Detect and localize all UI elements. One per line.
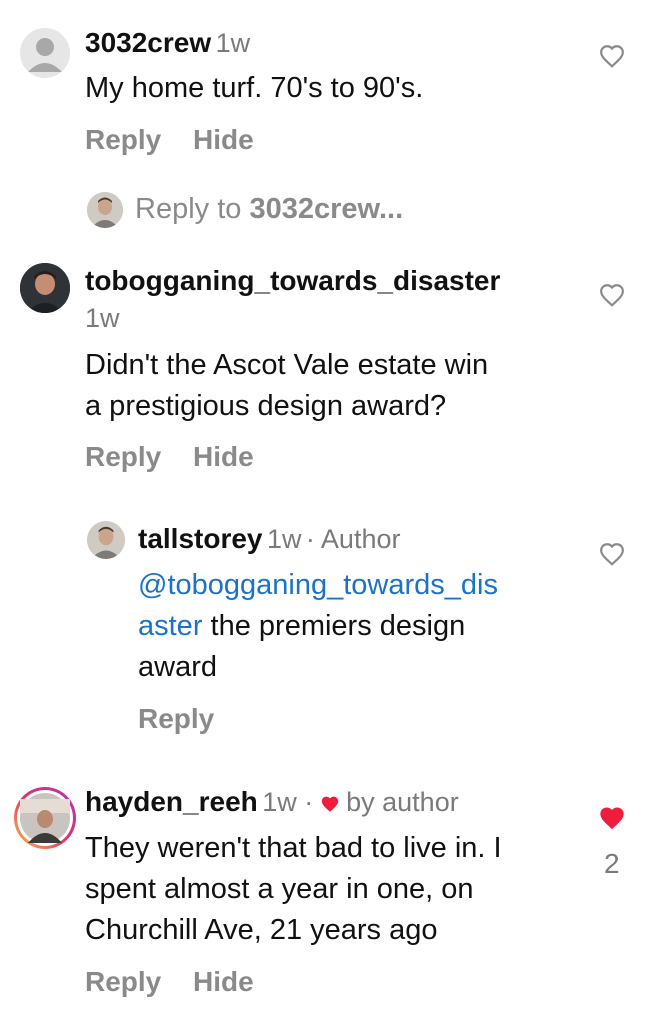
- reply-tallstorey: tallstorey 1w · Author @tobogganing_towa…: [0, 515, 656, 745]
- comment-text-line3: Churchill Ave, 21 years ago: [85, 914, 438, 946]
- timestamp: 1w: [266, 524, 302, 554]
- author-badge: · Author: [305, 524, 401, 554]
- username[interactable]: tallstorey: [138, 523, 263, 554]
- comment-actions: Reply: [138, 703, 238, 735]
- hide-button[interactable]: Hide: [193, 966, 254, 997]
- comment-text-line3: award: [138, 651, 217, 683]
- mention-link-cont[interactable]: aster: [138, 610, 202, 642]
- comment-text-line2: a prestigious design award?: [85, 390, 447, 422]
- reply-button[interactable]: Reply: [138, 703, 214, 734]
- my-avatar-icon: [87, 192, 123, 228]
- hide-button[interactable]: Hide: [193, 441, 254, 472]
- reply-button[interactable]: Reply: [85, 966, 161, 997]
- avatar[interactable]: [20, 263, 70, 313]
- comment-3032crew: 3032crew 1w My home turf. 70's to 90's. …: [0, 0, 656, 170]
- reply-to-target[interactable]: 3032crew...: [249, 193, 403, 225]
- avatar-story-ring[interactable]: [14, 787, 76, 849]
- mention-link[interactable]: @tobogganing_towards_dis: [138, 565, 498, 606]
- heart-filled-icon[interactable]: [598, 805, 626, 836]
- timestamp: 1w: [215, 28, 251, 58]
- comment-text-line1: Didn't the Ascot Vale estate win: [85, 349, 489, 381]
- comment-text-line2: aster the premiers design: [138, 606, 465, 647]
- timestamp: 1w: [85, 303, 120, 333]
- reply-button[interactable]: Reply: [85, 441, 161, 472]
- reply-button[interactable]: Reply: [85, 124, 161, 155]
- comment-text-line2: spent almost a year in one, on: [85, 873, 474, 905]
- reply-to-row[interactable]: Reply to 3032crew...: [0, 188, 656, 238]
- username[interactable]: hayden_reeh: [85, 786, 258, 817]
- heart-outline-icon[interactable]: [599, 283, 625, 312]
- comment-actions: Reply Hide: [85, 441, 278, 473]
- like-count[interactable]: 2: [604, 848, 620, 880]
- username[interactable]: 3032crew: [85, 27, 211, 58]
- avatar-default-icon[interactable]: [20, 28, 70, 78]
- heart-outline-icon[interactable]: [599, 44, 625, 73]
- timestamp: 1w ·: [262, 787, 314, 817]
- username[interactable]: tobogganing_towards_disaster: [85, 265, 500, 296]
- comment-text-rest: the premiers design: [202, 610, 466, 642]
- comment-actions: Reply Hide: [85, 124, 278, 156]
- avatar[interactable]: [87, 521, 125, 559]
- comment-actions: Reply Hide: [85, 966, 278, 998]
- hide-button[interactable]: Hide: [193, 124, 254, 155]
- comment-tobogganing: tobogganing_towards_disaster 1w Didn't t…: [0, 255, 656, 480]
- comment-text: My home turf. 70's to 90's.: [85, 72, 424, 104]
- reply-to-prefix: Reply to: [135, 193, 250, 225]
- liked-by-author-heart-icon: [320, 795, 340, 818]
- comment-hayden-reeh: hayden_reeh 1w · by author They weren't …: [0, 775, 656, 1023]
- heart-outline-icon[interactable]: [599, 542, 625, 571]
- comment-text-line1: They weren't that bad to live in. I: [85, 832, 502, 864]
- liked-by-author: by author: [346, 787, 459, 817]
